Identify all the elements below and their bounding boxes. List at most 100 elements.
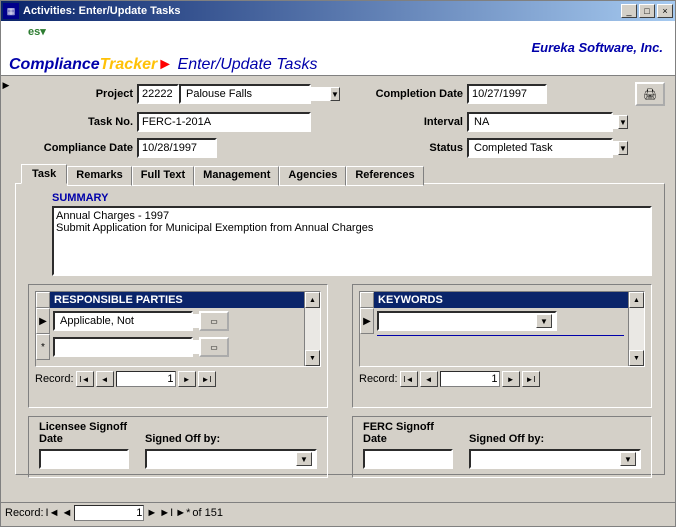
row-selector[interactable]: ▶ bbox=[36, 308, 50, 334]
app-icon: ▦ bbox=[3, 3, 19, 19]
close-button[interactable]: × bbox=[657, 4, 673, 18]
responsible-parties-header: RESPONSIBLE PARTIES bbox=[50, 292, 304, 308]
page-title: Enter/Update Tasks bbox=[178, 56, 318, 73]
nav-new-icon[interactable]: ►* bbox=[175, 507, 190, 519]
nav-last-icon[interactable]: ►I bbox=[522, 371, 540, 387]
parties-record-nav: Record: I◄ ◄ ► ►I bbox=[35, 371, 321, 387]
party-detail-button-new[interactable]: ▭ bbox=[199, 337, 229, 357]
form-area: Project ▼ Completion Date 🖨 Task No. Int… bbox=[11, 76, 675, 502]
print-button[interactable]: 🖨 bbox=[635, 82, 665, 106]
keywords-header: KEYWORDS bbox=[374, 292, 628, 308]
ferc-signedoffby-combo[interactable]: ▼ bbox=[469, 449, 641, 469]
completion-date-label: Completion Date bbox=[311, 88, 463, 100]
licensee-signoff-date-input[interactable] bbox=[39, 449, 129, 469]
tab-references[interactable]: References bbox=[346, 166, 423, 186]
subform-selector[interactable] bbox=[36, 292, 50, 308]
compliance-date-label: Compliance Date bbox=[15, 142, 133, 154]
licensee-signedoffby-combo[interactable]: ▼ bbox=[145, 449, 317, 469]
nav-first-icon[interactable]: I◄ bbox=[46, 507, 60, 519]
chevron-down-icon[interactable]: ▼ bbox=[618, 141, 628, 155]
nav-prev-icon[interactable]: ◄ bbox=[420, 371, 438, 387]
nav-last-icon[interactable]: ►I bbox=[198, 371, 216, 387]
party-combo-new[interactable]: ▼ bbox=[53, 337, 193, 357]
status-label: Status bbox=[311, 142, 463, 154]
nav-next-icon[interactable]: ► bbox=[502, 371, 520, 387]
keyword-input[interactable] bbox=[382, 314, 536, 328]
taskno-input[interactable] bbox=[137, 112, 311, 132]
keyword-combo[interactable]: ▼ bbox=[377, 311, 557, 331]
nav-prev-icon[interactable]: ◄ bbox=[96, 371, 114, 387]
printer-icon: 🖨 bbox=[643, 88, 657, 101]
record-label: Record: bbox=[35, 373, 74, 385]
tab-agencies[interactable]: Agencies bbox=[279, 166, 346, 186]
ferc-signedoffby-label: Signed Off by: bbox=[469, 433, 641, 445]
tab-fulltext[interactable]: Full Text bbox=[132, 166, 194, 186]
row-selector[interactable]: ▶ bbox=[360, 308, 374, 334]
scrollbar[interactable]: ▲ ▼ bbox=[628, 292, 644, 366]
record-position[interactable] bbox=[116, 371, 176, 387]
nav-next-icon[interactable]: ► bbox=[146, 507, 157, 519]
maximize-button[interactable]: □ bbox=[639, 4, 655, 18]
minimize-button[interactable]: _ bbox=[621, 4, 637, 18]
titlebar: ▦ Activities: Enter/Update Tasks _ □ × bbox=[1, 1, 675, 21]
nav-first-icon[interactable]: I◄ bbox=[400, 371, 418, 387]
subform-selector[interactable] bbox=[360, 292, 374, 308]
logo-area: es▾ ComplianceTracker► Enter/Update Task… bbox=[9, 57, 317, 73]
ferc-signoff-date-label: FERC Signoff Date bbox=[363, 421, 453, 445]
party-input-new[interactable] bbox=[58, 340, 204, 354]
record-label: Record: bbox=[5, 507, 44, 519]
chevron-down-icon[interactable]: ▼ bbox=[620, 452, 636, 466]
scroll-up-icon[interactable]: ▲ bbox=[629, 292, 644, 308]
form-body: ▶ Project ▼ Completion Date 🖨 Task No. bbox=[1, 76, 675, 502]
company-name: Eureka Software, Inc. bbox=[532, 40, 664, 55]
chevron-down-icon[interactable]: ▼ bbox=[618, 115, 628, 129]
licensee-signoff-date-label: Licensee Signoff Date bbox=[39, 421, 129, 445]
project-name-combo[interactable]: ▼ bbox=[179, 84, 311, 104]
summary-textarea[interactable]: Annual Charges - 1997 Submit Application… bbox=[52, 206, 652, 276]
status-combo[interactable]: ▼ bbox=[467, 138, 613, 158]
party-input[interactable] bbox=[58, 314, 204, 328]
nav-prev-icon[interactable]: ◄ bbox=[61, 507, 72, 519]
ferc-signedoffby-input[interactable] bbox=[474, 452, 620, 466]
chevron-down-icon[interactable]: ▼ bbox=[536, 314, 552, 328]
record-position[interactable] bbox=[74, 505, 144, 521]
record-position[interactable] bbox=[440, 371, 500, 387]
summary-line2: Submit Application for Municipal Exempti… bbox=[56, 222, 648, 234]
completion-date-input[interactable] bbox=[467, 84, 547, 104]
project-name-input[interactable] bbox=[184, 87, 330, 101]
scroll-down-icon[interactable]: ▼ bbox=[629, 350, 644, 366]
summary-line1: Annual Charges - 1997 bbox=[56, 210, 648, 222]
taskno-label: Task No. bbox=[15, 116, 133, 128]
keywords-record-nav: Record: I◄ ◄ ► ►I bbox=[359, 371, 645, 387]
status-input[interactable] bbox=[472, 141, 618, 155]
tab-remarks[interactable]: Remarks bbox=[67, 166, 131, 186]
scroll-down-icon[interactable]: ▼ bbox=[305, 350, 320, 366]
tab-task[interactable]: Task bbox=[21, 164, 67, 184]
tabstrip: Task Remarks Full Text Management Agenci… bbox=[15, 164, 665, 184]
tab-panel-task: SUMMARY Annual Charges - 1997 Submit App… bbox=[15, 183, 665, 475]
main-record-nav: Record: I◄ ◄ ► ►I ►* of 151 bbox=[1, 502, 675, 522]
ferc-signoff-date-input[interactable] bbox=[363, 449, 453, 469]
project-code-input[interactable] bbox=[137, 84, 179, 104]
licensee-signedoffby-input[interactable] bbox=[150, 452, 296, 466]
compliance-date-input[interactable] bbox=[137, 138, 217, 158]
interval-combo[interactable]: ▼ bbox=[467, 112, 613, 132]
interval-input[interactable] bbox=[472, 115, 618, 129]
record-label: Record: bbox=[359, 373, 398, 385]
interval-label: Interval bbox=[311, 116, 463, 128]
party-detail-button[interactable]: ▭ bbox=[199, 311, 229, 331]
licensee-signoff-box: Licensee Signoff Date Signed Off by: ▼ bbox=[28, 416, 328, 478]
new-row-selector[interactable]: * bbox=[36, 334, 50, 360]
scroll-up-icon[interactable]: ▲ bbox=[305, 292, 320, 308]
tab-management[interactable]: Management bbox=[194, 166, 279, 186]
party-combo[interactable]: ▼ bbox=[53, 311, 193, 331]
nav-last-icon[interactable]: ►I bbox=[159, 507, 173, 519]
nav-next-icon[interactable]: ► bbox=[178, 371, 196, 387]
scrollbar[interactable]: ▲ ▼ bbox=[304, 292, 320, 366]
responsible-parties-panel: RESPONSIBLE PARTIES ▶ ▼ bbox=[28, 284, 328, 408]
record-selector-handle[interactable]: ▶ bbox=[1, 76, 11, 502]
application-window: ▦ Activities: Enter/Update Tasks _ □ × e… bbox=[0, 0, 676, 527]
header-bar: es▾ ComplianceTracker► Enter/Update Task… bbox=[1, 21, 675, 76]
chevron-down-icon[interactable]: ▼ bbox=[296, 452, 312, 466]
nav-first-icon[interactable]: I◄ bbox=[76, 371, 94, 387]
